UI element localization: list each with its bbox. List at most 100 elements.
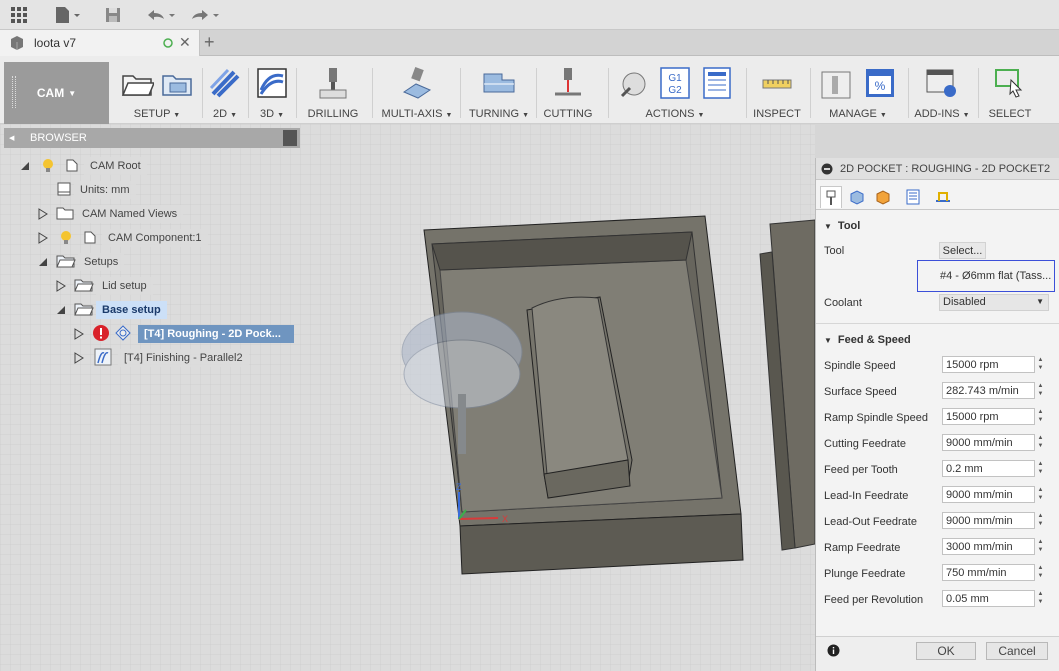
tree-item-named-views[interactable]: CAM Named Views <box>56 203 184 225</box>
collapse-arrow-icon[interactable] <box>56 304 66 316</box>
inspect-group[interactable]: INSPECT <box>750 62 804 122</box>
units-icon <box>56 181 72 200</box>
template-library-icon: % <box>866 69 894 97</box>
tree-item-lid-setup[interactable]: Lid setup <box>74 275 153 297</box>
selected-tool-name[interactable]: #4 - Ø6mm flat (Tass... <box>917 260 1055 292</box>
collapse-arrow-icon[interactable] <box>38 256 48 268</box>
tree-item-setups[interactable]: Setups <box>56 251 125 273</box>
spinner-arrows-icon[interactable]: ▲ ▼ <box>1036 460 1045 477</box>
expand-arrow-icon[interactable] <box>56 280 66 292</box>
tab-linking[interactable] <box>932 186 954 208</box>
expand-arrow-icon[interactable] <box>38 208 48 220</box>
tree-item-finishing[interactable]: [T4] Finishing - Parallel2 <box>94 347 249 369</box>
expand-arrow-icon[interactable] <box>74 352 84 364</box>
ribbon-toolbar: CAM ▼ SETUP ▼ 2D ▼ 3D ▼ DRILLING MULTI-A… <box>0 56 1059 124</box>
select-group[interactable]: SELECT <box>982 62 1038 122</box>
dialog-header[interactable]: 2D POCKET : ROUGHING - 2D POCKET2 <box>816 158 1059 180</box>
drill-icon <box>319 68 347 99</box>
cancel-button[interactable]: Cancel <box>986 642 1048 660</box>
ramp-feedrate-input[interactable] <box>942 538 1035 555</box>
close-tab-icon[interactable]: ✕ <box>179 34 191 51</box>
expand-arrow-icon[interactable] <box>74 328 84 340</box>
collapse-dialog-icon[interactable] <box>821 163 833 178</box>
lead-in-feedrate-input[interactable] <box>942 486 1035 503</box>
spinner-arrows-icon[interactable]: ▲ ▼ <box>1036 538 1045 555</box>
tree-item-component[interactable]: CAM Component:1 <box>58 227 208 249</box>
tree-item-base-setup[interactable]: Base setup <box>74 299 167 321</box>
drilling-group[interactable]: DRILLING <box>300 62 366 122</box>
plunge-feedrate-input[interactable] <box>942 564 1035 581</box>
tree-item-cam-root[interactable]: CAM Root <box>40 155 147 177</box>
add-ins-label: ADD-INS <box>914 108 960 120</box>
manage-group[interactable]: % MANAGE ▼ <box>814 62 902 122</box>
feed-per-revolution-input[interactable] <box>942 590 1035 607</box>
pin-icon[interactable] <box>283 130 297 146</box>
surface-speed-input[interactable] <box>942 382 1035 399</box>
2d-group[interactable]: 2D ▼ <box>203 62 247 122</box>
visibility-bulb-icon[interactable] <box>40 157 56 176</box>
linking-tab-icon <box>936 192 950 202</box>
setup-group[interactable]: SETUP ▼ <box>112 62 202 122</box>
title-bar <box>0 0 1059 30</box>
spinner-arrows-icon[interactable]: ▲ ▼ <box>1036 382 1045 399</box>
undo-icon[interactable] <box>144 6 178 24</box>
tree-item-roughing[interactable]: [T4] Roughing - 2D Pock... <box>92 323 294 345</box>
document-tab[interactable]: loota v7 ✕ <box>0 30 200 56</box>
collapse-browser-icon[interactable]: ◀ <box>9 134 14 142</box>
cutting-group[interactable]: CUTTING <box>540 62 596 122</box>
new-tab-icon[interactable]: + <box>204 32 215 53</box>
tool-select-button[interactable]: Select... <box>939 242 986 259</box>
spinner-arrows-icon[interactable]: ▲ ▼ <box>1036 408 1045 425</box>
x-axis-label: X <box>502 514 508 524</box>
browser-panel: ◀ BROWSER CAM Root Units: mm CAM Named V… <box>0 124 305 384</box>
spinner-arrows-icon[interactable]: ▲ ▼ <box>1036 486 1045 503</box>
spinner-arrows-icon[interactable]: ▲ ▼ <box>1036 564 1045 581</box>
svg-text:%: % <box>875 79 886 93</box>
drilling-label: DRILLING <box>307 108 359 120</box>
tree-item-label: Setups <box>78 253 125 271</box>
turning-group[interactable]: TURNING ▼ <box>466 62 532 122</box>
actions-group[interactable]: G1 G2 ACTIONS ▼ <box>612 62 738 122</box>
z-axis-label: Z <box>456 482 462 492</box>
feed-speed-section-header[interactable]: ▼ Feed & Speed <box>824 334 911 346</box>
multi-axis-group[interactable]: MULTI-AXIS ▼ <box>376 62 458 122</box>
visibility-bulb-icon[interactable] <box>58 229 74 248</box>
add-ins-icon <box>926 69 956 97</box>
3d-label: 3D <box>259 108 275 120</box>
tab-heights[interactable] <box>872 186 894 208</box>
app-grid-icon[interactable] <box>10 6 28 24</box>
spindle-speed-input[interactable] <box>942 356 1035 373</box>
workspace-switcher[interactable]: CAM ▼ <box>4 62 109 124</box>
coolant-select[interactable]: Disabled ▼ <box>939 294 1049 311</box>
add-ins-group[interactable]: ADD-INS ▼ <box>912 62 972 122</box>
save-icon[interactable] <box>104 6 122 24</box>
tab-tool[interactable] <box>820 186 842 208</box>
collapse-arrow-icon[interactable] <box>20 160 30 172</box>
feed-speed-section-title: Feed & Speed <box>837 334 911 346</box>
ok-button[interactable]: OK <box>916 642 976 660</box>
spinner-arrows-icon[interactable]: ▲ ▼ <box>1036 356 1045 373</box>
chevron-down-icon: ▼ <box>445 112 453 119</box>
tab-passes[interactable] <box>902 186 924 208</box>
feed-per-tooth-label: Feed per Tooth <box>824 464 898 476</box>
cutting-feedrate-input[interactable] <box>942 434 1035 451</box>
ramp-spindle-speed-input[interactable] <box>942 408 1035 425</box>
info-icon[interactable] <box>827 644 840 660</box>
coolant-value: Disabled <box>943 296 986 308</box>
feed-per-tooth-input[interactable] <box>942 460 1035 477</box>
tree-item-label: Base setup <box>96 301 167 319</box>
spinner-arrows-icon[interactable]: ▲ ▼ <box>1036 590 1045 607</box>
tool-section-header[interactable]: ▼ Tool <box>824 220 860 232</box>
toolbar-grip[interactable] <box>12 76 16 108</box>
spinner-arrows-icon[interactable]: ▲ ▼ <box>1036 434 1045 451</box>
tab-geometry[interactable] <box>846 186 868 208</box>
spinner-arrows-icon[interactable]: ▲ ▼ <box>1036 512 1045 529</box>
redo-icon[interactable] <box>188 6 222 24</box>
lead-out-feedrate-input[interactable] <box>942 512 1035 529</box>
tree-item-units[interactable]: Units: mm <box>56 179 136 201</box>
3d-group[interactable]: 3D ▼ <box>249 62 295 122</box>
file-menu-icon[interactable] <box>54 6 82 24</box>
expand-arrow-icon[interactable] <box>38 232 48 244</box>
setup-folder-icon <box>121 75 154 96</box>
browser-header[interactable]: ◀ BROWSER <box>4 128 300 148</box>
